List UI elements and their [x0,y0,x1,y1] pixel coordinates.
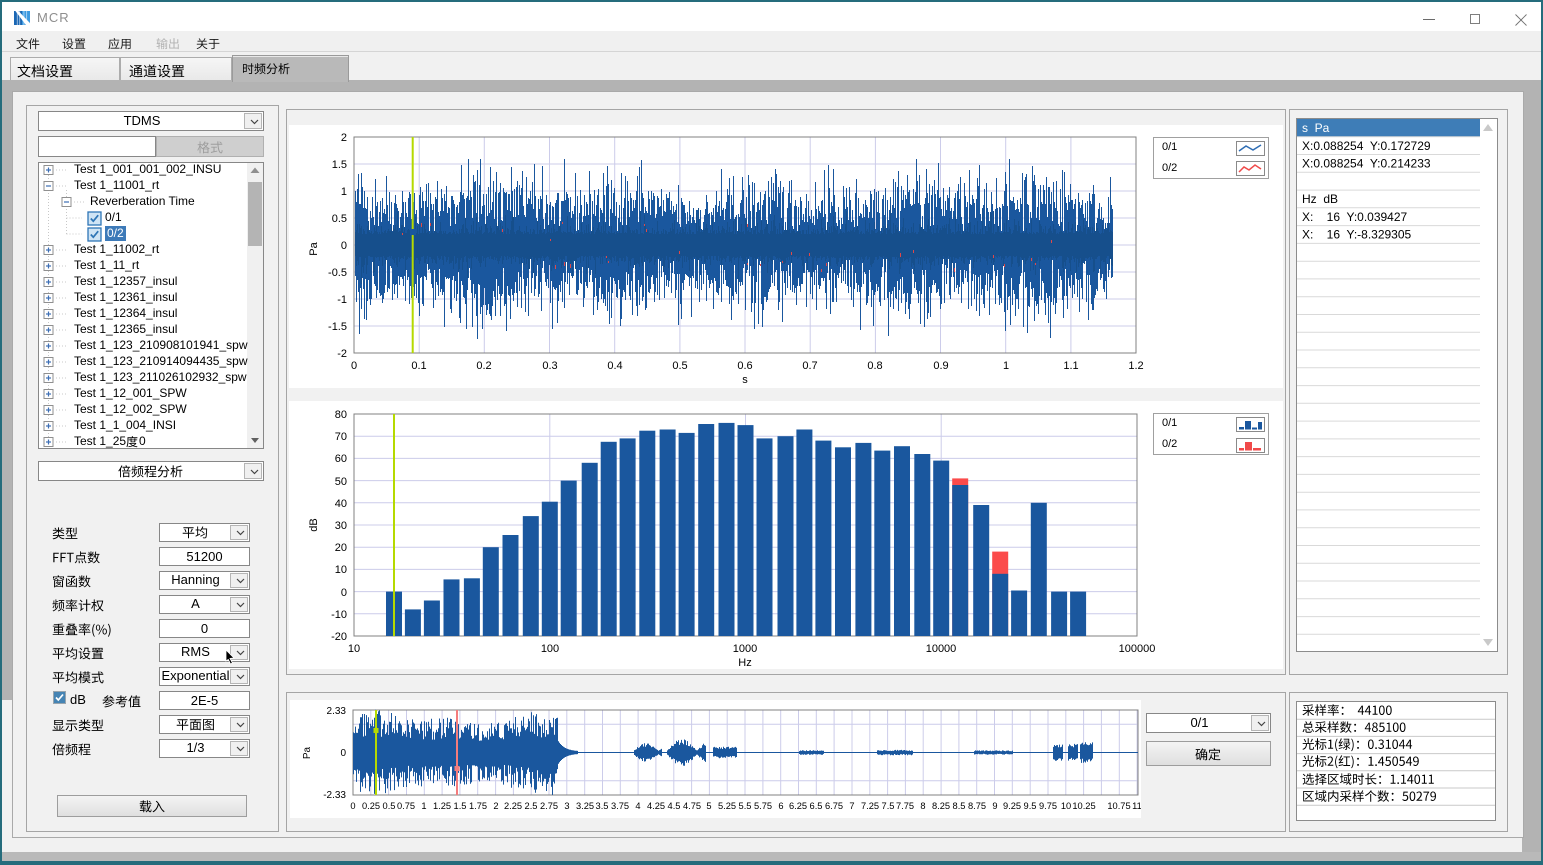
svg-text:6.5: 6.5 [810,801,823,811]
svg-text:10: 10 [335,564,347,576]
svg-text:11: 11 [1132,801,1141,811]
svg-text:s: s [742,374,748,386]
svg-text:70: 70 [335,431,347,443]
svg-text:0: 0 [341,587,347,599]
svg-text:6.75: 6.75 [825,801,843,811]
svg-text:4.25: 4.25 [647,801,665,811]
svg-text:-0.5: -0.5 [328,267,347,279]
svg-text:0.5: 0.5 [332,213,347,225]
svg-text:4.5: 4.5 [668,801,681,811]
svg-text:-2.33: -2.33 [323,790,346,801]
svg-text:1: 1 [421,801,426,811]
svg-text:1: 1 [1003,360,1009,372]
svg-text:1: 1 [341,186,347,198]
svg-text:Pa: Pa [308,241,320,255]
svg-text:2: 2 [341,132,347,144]
svg-text:10: 10 [348,643,360,655]
svg-text:100000: 100000 [1119,643,1156,655]
svg-text:1.5: 1.5 [332,159,347,171]
svg-text:0: 0 [351,360,357,372]
svg-text:5.75: 5.75 [754,801,772,811]
svg-text:1.5: 1.5 [454,801,467,811]
svg-text:4.75: 4.75 [683,801,701,811]
svg-text:20: 20 [335,542,347,554]
svg-text:0.7: 0.7 [802,360,817,372]
svg-text:0.3: 0.3 [542,360,557,372]
svg-text:3.75: 3.75 [611,801,629,811]
svg-text:2.75: 2.75 [540,801,558,811]
svg-text:8.25: 8.25 [932,801,950,811]
svg-text:0.8: 0.8 [867,360,882,372]
svg-text:3.25: 3.25 [576,801,594,811]
svg-text:5.5: 5.5 [739,801,752,811]
svg-text:0.9: 0.9 [933,360,948,372]
svg-text:7.5: 7.5 [882,801,895,811]
svg-text:Hz: Hz [738,657,751,669]
svg-text:1.2: 1.2 [1128,360,1143,372]
svg-text:0: 0 [350,801,355,811]
svg-text:s Pa: s Pa [1302,121,1330,135]
svg-text:Hz dB: Hz dB [1302,192,1338,206]
svg-text:7: 7 [849,801,854,811]
svg-text:60: 60 [335,453,347,465]
svg-text:80: 80 [335,409,347,421]
svg-text:1000: 1000 [733,643,757,655]
svg-text:-10: -10 [331,609,347,621]
svg-text:5: 5 [706,801,711,811]
svg-text:Pa: Pa [302,746,313,759]
svg-text:7.75: 7.75 [896,801,914,811]
svg-text:10.25: 10.25 [1072,801,1095,811]
svg-text:-2: -2 [337,348,347,360]
svg-text:8.75: 8.75 [968,801,986,811]
svg-text:9.25: 9.25 [1003,801,1021,811]
svg-text:-1: -1 [337,294,347,306]
svg-text:8.5: 8.5 [953,801,966,811]
svg-text:0.75: 0.75 [397,801,415,811]
svg-text:0.5: 0.5 [672,360,687,372]
svg-text:0.1: 0.1 [411,360,426,372]
svg-text:-20: -20 [331,631,347,643]
svg-text:9.5: 9.5 [1024,801,1037,811]
svg-text:9.75: 9.75 [1039,801,1057,811]
svg-text:0.25: 0.25 [362,801,380,811]
svg-text:X: 16 Y:0.039427: X: 16 Y:0.039427 [1302,210,1408,224]
svg-text:7.25: 7.25 [861,801,879,811]
svg-text:8: 8 [920,801,925,811]
svg-text:30: 30 [335,520,347,532]
svg-text:50: 50 [335,476,347,488]
svg-text:0.6: 0.6 [737,360,752,372]
svg-text:dB: dB [308,518,320,531]
svg-text:X:0.088254 Y:0.214233: X:0.088254 Y:0.214233 [1302,157,1431,171]
svg-text:0.2: 0.2 [476,360,491,372]
svg-text:3.5: 3.5 [596,801,609,811]
svg-text:X:0.088254 Y:0.172729: X:0.088254 Y:0.172729 [1302,139,1431,153]
svg-text:2: 2 [493,801,498,811]
svg-text:-1.5: -1.5 [328,321,347,333]
svg-text:3: 3 [564,801,569,811]
svg-text:10.75: 10.75 [1107,801,1130,811]
svg-text:X: 16 Y:-8.329305: X: 16 Y:-8.329305 [1302,228,1412,242]
svg-text:9: 9 [992,801,997,811]
svg-text:40: 40 [335,498,347,510]
svg-text:6: 6 [778,801,783,811]
svg-text:0: 0 [341,240,347,252]
svg-text:10000: 10000 [926,643,957,655]
svg-text:2.25: 2.25 [504,801,522,811]
svg-text:1.75: 1.75 [469,801,487,811]
svg-text:1.1: 1.1 [1063,360,1078,372]
svg-text:0: 0 [340,748,346,759]
svg-text:10: 10 [1061,801,1071,811]
svg-text:2.5: 2.5 [525,801,538,811]
svg-text:2.33: 2.33 [327,706,347,717]
svg-text:0.5: 0.5 [383,801,396,811]
svg-text:6.25: 6.25 [789,801,807,811]
svg-text:100: 100 [541,643,559,655]
svg-text:1.25: 1.25 [433,801,451,811]
svg-text:5.25: 5.25 [718,801,736,811]
svg-text:4: 4 [635,801,640,811]
svg-text:0.4: 0.4 [607,360,622,372]
